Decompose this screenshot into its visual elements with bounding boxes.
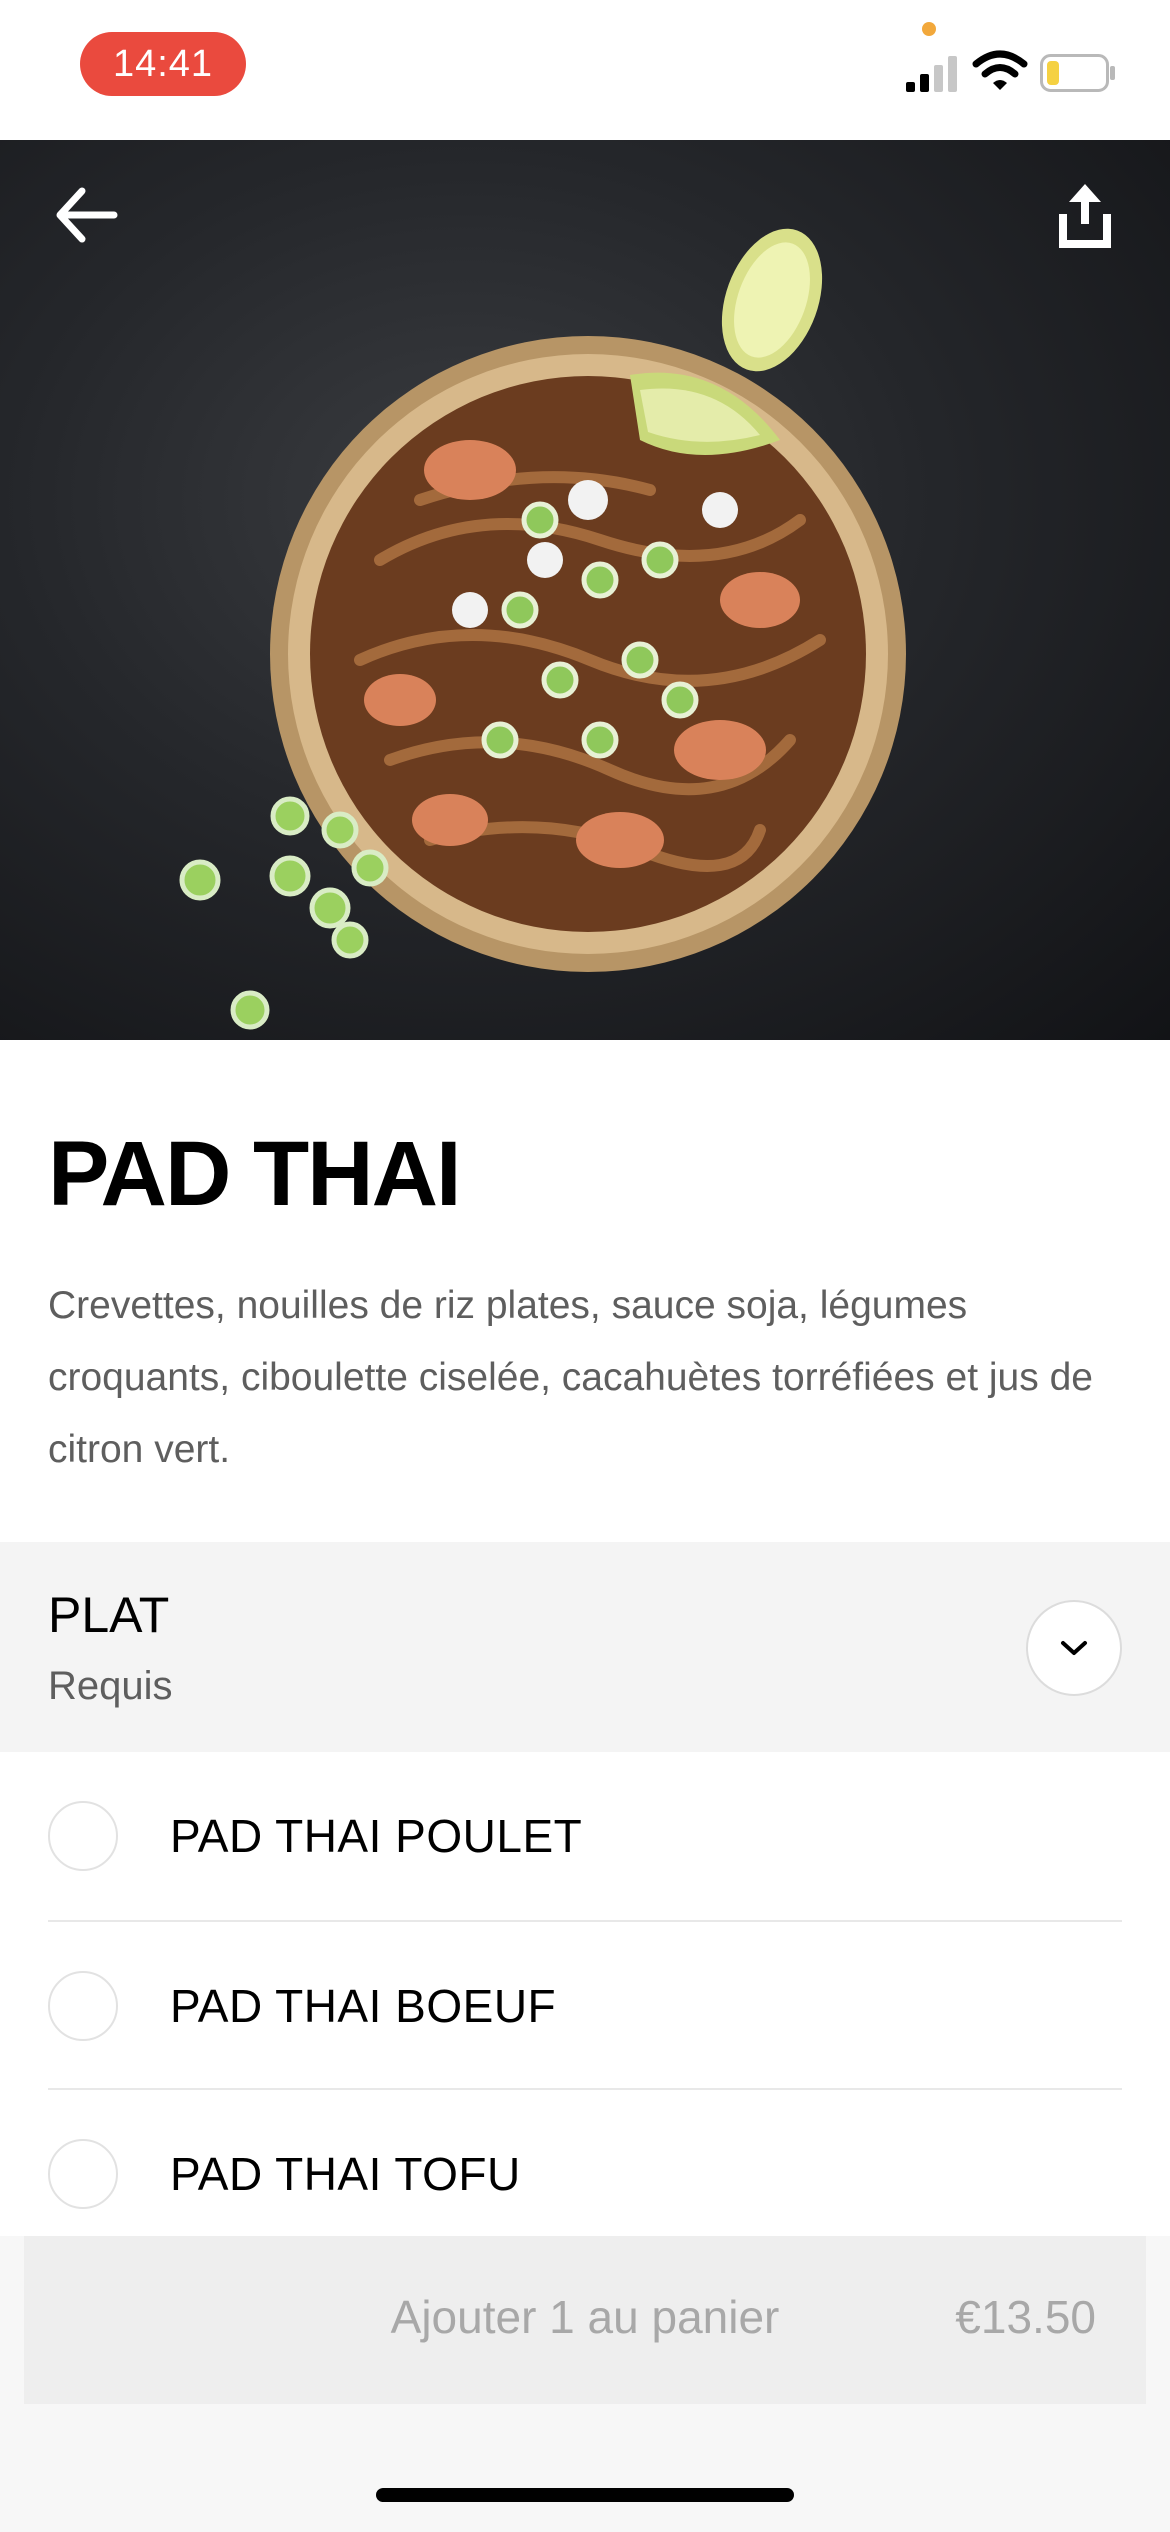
pad-thai-photo — [179, 228, 906, 1030]
chevron-down-icon — [1061, 1641, 1087, 1655]
status-bar: 14:41 — [0, 0, 1170, 140]
collapse-toggle-button[interactable] — [1026, 1600, 1122, 1696]
add-to-cart-button[interactable]: Ajouter 1 au panier €13.50 — [24, 2236, 1146, 2404]
back-button[interactable] — [40, 170, 130, 260]
privacy-indicator-dot — [922, 22, 936, 36]
option-label: PAD THAI TOFU — [170, 2148, 521, 2200]
option-group-header[interactable]: PLAT Requis — [0, 1542, 1170, 1752]
option-item[interactable]: PAD THAI TOFU — [48, 2090, 1122, 2258]
cellular-signal-icon — [906, 56, 957, 92]
required-label: Requis — [48, 1664, 173, 1708]
battery-low-icon — [1040, 54, 1115, 92]
item-description: Crevettes, nouilles de riz plates, sauce… — [48, 1284, 1093, 1471]
radio-button[interactable] — [48, 1801, 118, 1871]
radio-button[interactable] — [48, 2139, 118, 2209]
add-to-cart-price: €13.50 — [955, 2291, 1096, 2343]
option-label: PAD THAI POULET — [170, 1810, 583, 1862]
share-icon — [1059, 184, 1111, 248]
option-label: PAD THAI BOEUF — [170, 1980, 557, 2032]
status-time: 14:41 — [80, 32, 246, 96]
item-hero-image — [0, 140, 1170, 1040]
arrow-left-icon — [56, 187, 118, 243]
option-group-title: PLAT — [48, 1587, 170, 1643]
share-button[interactable] — [1040, 166, 1130, 266]
screen: 14:41 PAD THAI Crevettes, nouilles de ri… — [0, 0, 1170, 2532]
radio-button[interactable] — [48, 1971, 118, 2041]
home-indicator[interactable] — [376, 2488, 794, 2502]
option-item[interactable]: PAD THAI BOEUF — [48, 1922, 1122, 2090]
item-title: PAD THAI — [48, 1123, 462, 1225]
wifi-icon — [972, 50, 1028, 90]
option-item[interactable]: PAD THAI POULET — [48, 1752, 1122, 1920]
